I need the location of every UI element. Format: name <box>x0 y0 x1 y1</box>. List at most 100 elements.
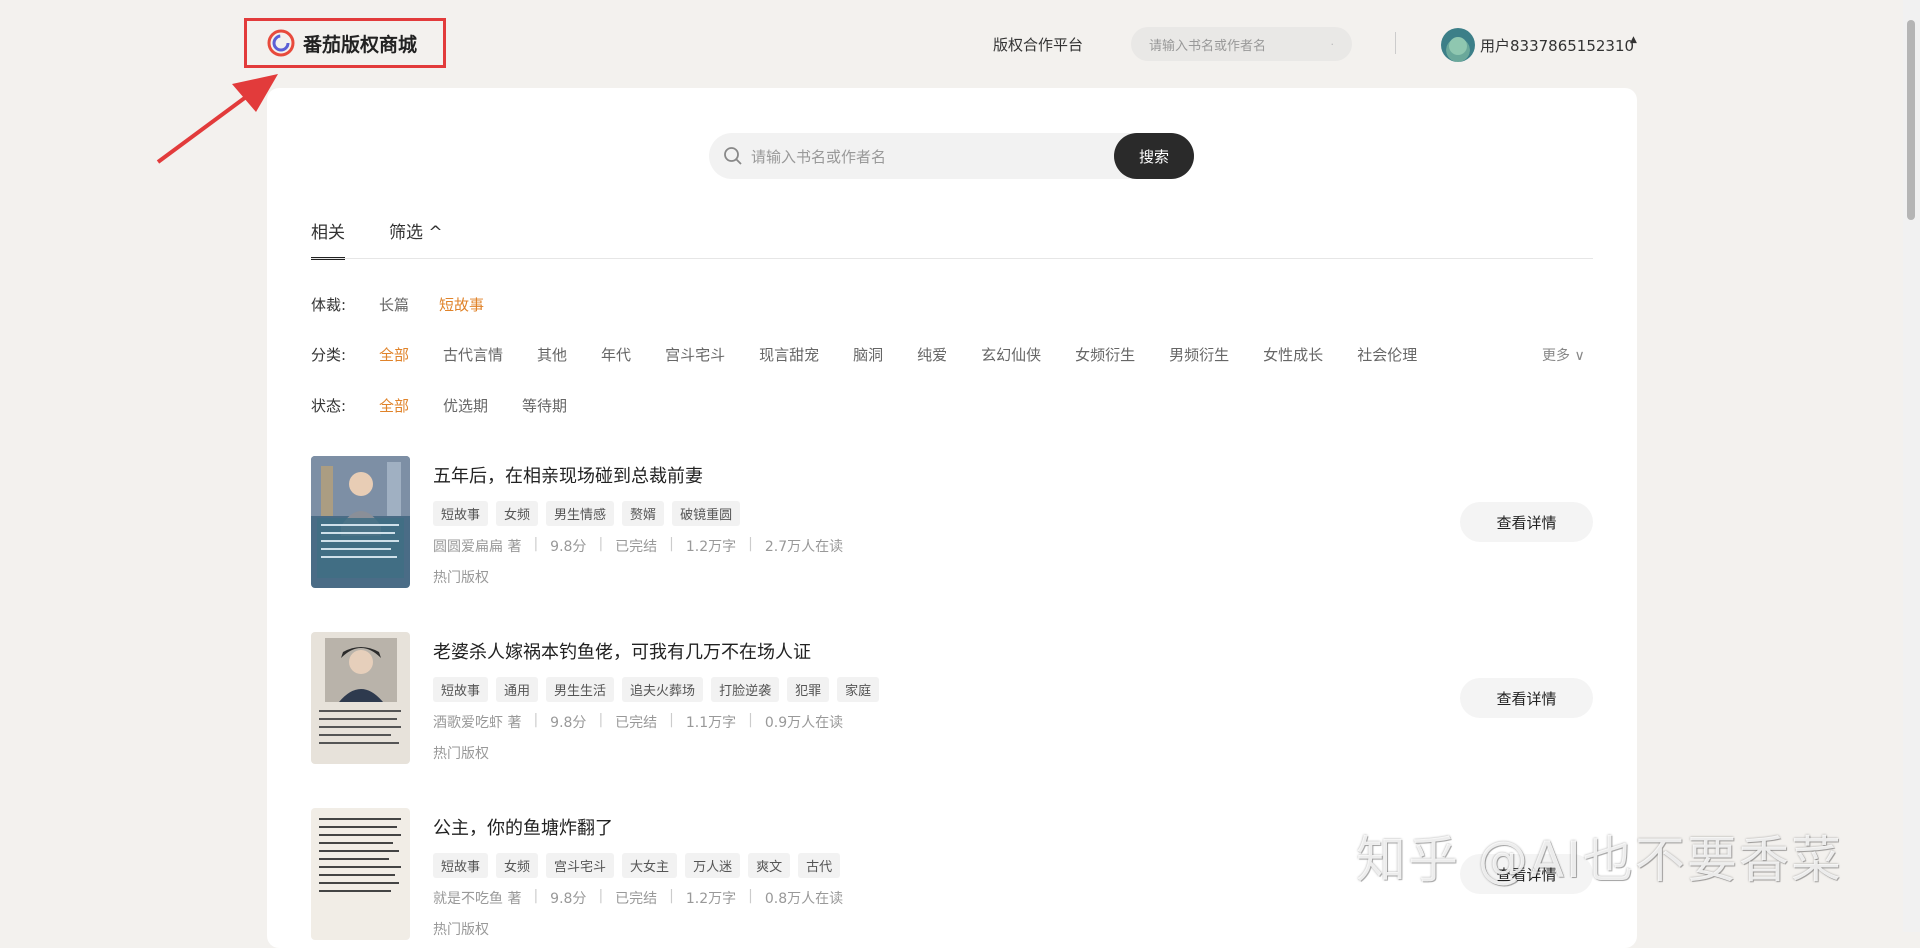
book-tag: 犯罪 <box>787 677 830 702</box>
username[interactable]: 用户8337865152310 <box>1480 35 1634 56</box>
book-tag: 追夫火葬场 <box>622 677 704 702</box>
book-tag: 大女主 <box>622 853 678 878</box>
search-button[interactable]: 搜索 <box>1114 133 1194 179</box>
category-option[interactable]: 玄幻仙侠 <box>981 344 1041 365</box>
book-status: 已完结 <box>615 539 658 555</box>
category-option[interactable]: 现言甜宠 <box>759 344 819 365</box>
book-title[interactable]: 老婆杀人嫁祸本钓鱼佬，可我有几万不在场人证 <box>433 638 811 664</box>
book-tag: 赘婿 <box>622 501 665 526</box>
result-tabs: 相关 筛选 ^ <box>311 218 443 260</box>
avatar[interactable] <box>1441 28 1475 62</box>
book-status: 已完结 <box>615 891 658 907</box>
book-title[interactable]: 五年后，在相亲现场碰到总裁前妻 <box>433 462 703 488</box>
book-readers: 2.7万人在读 <box>764 539 844 555</box>
genre-label: 体裁: <box>311 296 347 314</box>
hot-copyright-label: 热门版权 <box>433 922 489 938</box>
genre-filter-row: 体裁: 长篇 短故事 <box>311 294 484 315</box>
book-tag: 男生情感 <box>546 501 615 526</box>
status-option[interactable]: 等待期 <box>522 395 567 416</box>
category-option[interactable]: 社会伦理 <box>1357 344 1417 365</box>
more-categories-button[interactable]: 更多 ∨ <box>1542 345 1585 365</box>
tabs-divider <box>311 258 1593 259</box>
book-cover[interactable] <box>311 808 410 940</box>
book-tag: 男生生活 <box>546 677 615 702</box>
book-tag: 女频 <box>496 853 539 878</box>
book-cover[interactable] <box>311 632 410 764</box>
dot-icon: · <box>1330 37 1335 51</box>
book-words: 1.2万字 <box>685 539 737 555</box>
category-option[interactable]: 女性成长 <box>1263 344 1323 365</box>
status-option[interactable]: 优选期 <box>443 395 488 416</box>
book-list-item[interactable]: 老婆杀人嫁祸本钓鱼佬，可我有几万不在场人证 短故事 通用 男生生活 追夫火葬场 … <box>311 632 1593 764</box>
category-option[interactable]: 全部 <box>379 344 409 365</box>
book-words: 1.2万字 <box>685 891 737 907</box>
category-option[interactable]: 纯爱 <box>917 344 947 365</box>
copyright-logo-icon <box>267 29 295 57</box>
category-option[interactable]: 男频衍生 <box>1169 344 1229 365</box>
book-words: 1.1万字 <box>685 715 737 731</box>
header-divider <box>1395 32 1396 54</box>
category-filter-row: 分类: 全部 古代言情 其他 年代 宫斗宅斗 现言甜宠 脑洞 纯爱 玄幻仙侠 女… <box>311 344 1417 365</box>
book-tag: 爽文 <box>748 853 791 878</box>
book-tag: 通用 <box>496 677 539 702</box>
category-option[interactable]: 古代言情 <box>443 344 503 365</box>
book-tag: 短故事 <box>433 677 489 702</box>
view-details-button[interactable]: 查看详情 <box>1460 678 1593 718</box>
book-title[interactable]: 公主，你的鱼塘炸翻了 <box>433 814 613 840</box>
page-scrollbar[interactable] <box>1903 0 1920 932</box>
book-score: 9.8分 <box>550 891 587 907</box>
hot-copyright-label: 热门版权 <box>433 746 489 762</box>
category-label: 分类: <box>311 346 347 364</box>
category-option[interactable]: 其他 <box>537 344 567 365</box>
book-tag: 宫斗宅斗 <box>546 853 615 878</box>
logo-text: 番茄版权商城 <box>303 33 418 56</box>
genre-option-short[interactable]: 短故事 <box>439 294 484 315</box>
book-readers: 0.9万人在读 <box>764 715 844 731</box>
book-tags: 短故事 女频 男生情感 赘婿 破镜重圆 <box>433 501 741 526</box>
book-author: 酒歌爱吃虾 著 <box>433 715 522 731</box>
book-author: 就是不吃鱼 著 <box>433 891 522 907</box>
book-tag: 打脸逆袭 <box>711 677 780 702</box>
scrollbar-thumb[interactable] <box>1907 20 1915 220</box>
book-tag: 女频 <box>496 501 539 526</box>
header-search-input[interactable]: 请输入书名或作者名 · <box>1131 27 1352 61</box>
status-label: 状态: <box>311 397 347 415</box>
book-readers: 0.8万人在读 <box>764 891 844 907</box>
logo-highlight-box[interactable]: 番茄版权商城 <box>244 18 446 68</box>
book-status: 已完结 <box>615 715 658 731</box>
book-meta: 就是不吃鱼 著 | 9.8分 | 已完结 | 1.2万字 | 0.8万人在读 <box>433 888 844 907</box>
book-author: 圆圆爱扁扁 著 <box>433 539 522 555</box>
hot-copyright-label: 热门版权 <box>433 570 489 586</box>
genre-option-long[interactable]: 长篇 <box>379 294 409 315</box>
category-option[interactable]: 脑洞 <box>853 344 883 365</box>
caret-down-icon[interactable]: ▲ <box>1630 35 1637 45</box>
book-tag: 家庭 <box>837 677 880 702</box>
copyright-cooperation-link[interactable]: 版权合作平台 <box>993 34 1083 55</box>
header-search-placeholder: 请输入书名或作者名 <box>1149 38 1267 54</box>
main-search-input[interactable]: 请输入书名或作者名 搜索 <box>709 133 1194 179</box>
book-tag: 古代 <box>798 853 841 878</box>
book-score: 9.8分 <box>550 715 587 731</box>
zhihu-watermark: 知乎 @AI也不要香菜 <box>1356 831 1843 889</box>
tab-relevant[interactable]: 相关 <box>311 218 345 260</box>
category-option[interactable]: 宫斗宅斗 <box>665 344 725 365</box>
status-filter-row: 状态: 全部 优选期 等待期 <box>311 395 567 416</box>
book-meta: 圆圆爱扁扁 著 | 9.8分 | 已完结 | 1.2万字 | 2.7万人在读 <box>433 536 844 555</box>
book-list-item[interactable]: 五年后，在相亲现场碰到总裁前妻 短故事 女频 男生情感 赘婿 破镜重圆 圆圆爱扁… <box>311 456 1593 588</box>
search-icon <box>724 147 742 165</box>
main-search-placeholder: 请输入书名或作者名 <box>751 147 887 166</box>
book-tags: 短故事 女频 宫斗宅斗 大女主 万人迷 爽文 古代 <box>433 853 841 878</box>
book-tag: 破镜重圆 <box>672 501 741 526</box>
book-tag: 短故事 <box>433 501 489 526</box>
status-option[interactable]: 全部 <box>379 395 409 416</box>
category-option[interactable]: 年代 <box>601 344 631 365</box>
tab-filter[interactable]: 筛选 ^ <box>389 218 443 259</box>
category-option[interactable]: 女频衍生 <box>1075 344 1135 365</box>
book-tag: 短故事 <box>433 853 489 878</box>
book-meta: 酒歌爱吃虾 著 | 9.8分 | 已完结 | 1.1万字 | 0.9万人在读 <box>433 712 844 731</box>
book-score: 9.8分 <box>550 539 587 555</box>
book-cover[interactable] <box>311 456 410 588</box>
book-tags: 短故事 通用 男生生活 追夫火葬场 打脸逆袭 犯罪 家庭 <box>433 677 880 702</box>
view-details-button[interactable]: 查看详情 <box>1460 502 1593 542</box>
book-tag: 万人迷 <box>685 853 741 878</box>
